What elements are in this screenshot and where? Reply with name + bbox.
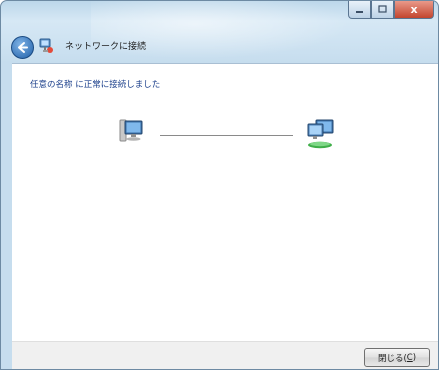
network-connected-icon [307,119,334,149]
close-window-button[interactable]: x [394,1,434,19]
main-content: 任意の名称 に正常に接続しました [12,63,438,342]
connection-line [160,135,293,136]
back-button[interactable] [11,36,34,59]
close-button-label: 閉じる( [377,353,407,364]
computer-icon [119,119,143,142]
close-icon: x [410,3,418,16]
connect-network-window: x ネットワークに接続 任意の名称 に正常に接続しました 閉じる(C) [0,0,439,370]
window-caption-buttons: x [348,1,434,20]
close-button-label-suffix: ) [412,352,417,363]
maximize-button[interactable] [371,1,394,19]
close-button[interactable]: 閉じる(C) [364,348,430,367]
dialog-footer: 閉じる(C) [12,341,438,369]
minimize-button[interactable] [348,1,371,19]
minimize-icon [356,11,363,13]
connection-status-message: 任意の名称 に正常に接続しました [30,80,161,90]
maximize-icon [378,5,387,13]
back-arrow-icon [18,42,28,53]
window-title: ネットワークに接続 [65,42,147,52]
network-icon [39,38,53,53]
